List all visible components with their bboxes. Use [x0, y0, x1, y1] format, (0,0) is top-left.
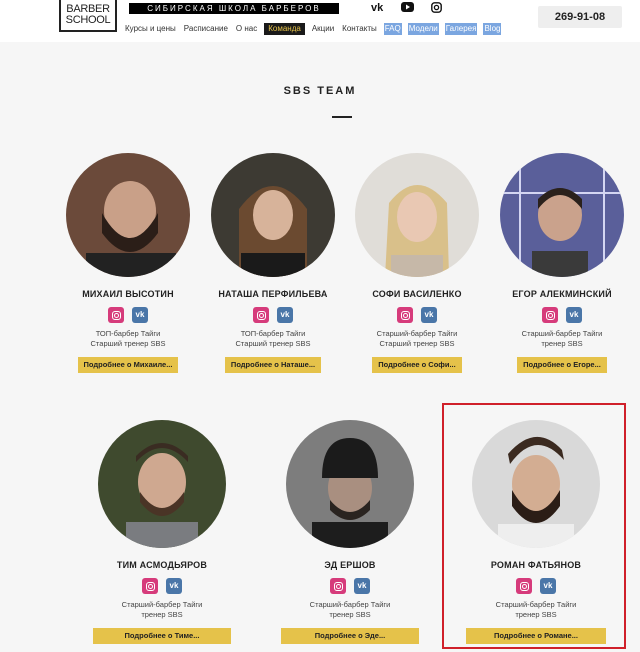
team-card: ЕГОР АЛЕКМИНСКИЙ vk Старший-барбер Тайги…	[490, 153, 634, 373]
phone-number[interactable]: 269-91-08	[538, 6, 622, 28]
member-name: ЭД ЕРШОВ	[324, 560, 376, 570]
vk-icon[interactable]: vk	[566, 307, 582, 323]
avatar[interactable]	[98, 420, 226, 548]
member-trainer: Старший тренер SBS	[235, 339, 311, 348]
member-desc: ТОП-барбер Тайги Старший тренер SBS	[56, 329, 200, 349]
member-trainer: тренер SBS	[329, 610, 371, 619]
vk-icon[interactable]: vk	[354, 578, 370, 594]
instagram-icon[interactable]	[397, 307, 413, 323]
member-desc: ТОП-барбер Тайги Старший тренер SBS	[201, 329, 345, 349]
instagram-icon[interactable]	[542, 307, 558, 323]
avatar[interactable]	[66, 153, 190, 277]
nav-gallery[interactable]: Галерея	[444, 23, 478, 35]
member-desc: Старший-барбер Тайги тренер SBS	[80, 600, 244, 620]
nav-promo[interactable]: Акции	[311, 23, 335, 35]
nav-courses[interactable]: Курсы и цены	[124, 23, 177, 35]
nav-faq[interactable]: FAQ	[383, 23, 402, 35]
more-button[interactable]: Подробнее о Тиме...	[93, 628, 231, 644]
nav-contacts[interactable]: Контакты	[341, 23, 378, 35]
avatar[interactable]	[355, 153, 479, 277]
member-role: Старший-барбер Тайги	[309, 600, 391, 609]
team-card: ТИМ АСМОДЬЯРОВ vk Старший-барбер Тайги т…	[80, 420, 244, 644]
vk-icon[interactable]: vk	[277, 307, 293, 323]
nav-team[interactable]: Команда	[264, 23, 305, 35]
member-trainer: Старший тренер SBS	[90, 339, 166, 348]
member-name: ТИМ АСМОДЬЯРОВ	[116, 560, 208, 570]
avatar[interactable]	[211, 153, 335, 277]
selection-highlight	[442, 403, 626, 649]
more-button[interactable]: Подробнее о Наташе...	[224, 357, 322, 373]
avatar[interactable]	[500, 153, 624, 277]
member-role: ТОП-барбер Тайги	[95, 329, 161, 338]
brand-title: СИБИРСКАЯ ШКОЛА БАРБЕРОВ	[129, 3, 339, 14]
member-role: ТОП-барбер Тайги	[240, 329, 306, 338]
nav-about[interactable]: О нас	[235, 23, 258, 35]
header: BARBER SCHOOL СИБИРСКАЯ ШКОЛА БАРБЕРОВ v…	[0, 0, 640, 42]
member-desc: Старший-барбер Тайги Старший тренер SBS	[345, 329, 489, 349]
team-card: МИХАИЛ ВЫСОТИН vk ТОП-барбер Тайги Старш…	[56, 153, 200, 373]
instagram-icon[interactable]	[142, 578, 158, 594]
instagram-icon[interactable]	[330, 578, 346, 594]
logo[interactable]: BARBER SCHOOL	[59, 0, 117, 32]
member-role: Старший-барбер Тайги	[121, 600, 203, 609]
team-card: ЭД ЕРШОВ vk Старший-барбер Тайги тренер …	[268, 420, 432, 644]
instagram-icon[interactable]	[108, 307, 124, 323]
avatar[interactable]	[286, 420, 414, 548]
member-trainer: Старший тренер SBS	[379, 339, 455, 348]
vk-icon[interactable]: vk	[421, 307, 437, 323]
nav-models[interactable]: Модели	[407, 23, 439, 35]
more-button[interactable]: Подробнее о Софи...	[372, 357, 462, 373]
member-desc: Старший-барбер Тайги тренер SBS	[268, 600, 432, 620]
more-button[interactable]: Подробнее о Михаиле...	[77, 357, 179, 373]
team-card: НАТАША ПЕРФИЛЬЕВА vk ТОП-барбер Тайги Ст…	[201, 153, 345, 373]
member-trainer: тренер SBS	[141, 610, 183, 619]
more-button[interactable]: Подробнее о Эде...	[281, 628, 419, 644]
nav-schedule[interactable]: Расписание	[183, 23, 229, 35]
more-button[interactable]: Подробнее о Егоре...	[517, 357, 607, 373]
youtube-icon[interactable]	[401, 2, 414, 15]
instagram-icon[interactable]	[253, 307, 269, 323]
team-card: СОФИ ВАСИЛЕНКО vk Старший-барбер Тайги С…	[345, 153, 489, 373]
main-nav: Курсы и цены Расписание О нас Команда Ак…	[124, 23, 502, 35]
vk-icon[interactable]: vk	[132, 307, 148, 323]
member-role: Старший-барбер Тайги	[521, 329, 603, 338]
vk-icon[interactable]: vk	[371, 2, 383, 14]
member-name: НАТАША ПЕРФИЛЬЕВА	[218, 289, 328, 299]
title-divider	[332, 116, 352, 118]
section-title: SBS TEAM	[283, 85, 357, 97]
nav-blog[interactable]: Blog	[483, 23, 502, 35]
member-trainer: тренер SBS	[541, 339, 583, 348]
member-desc: Старший-барбер Тайги тренер SBS	[490, 329, 634, 349]
instagram-icon[interactable]	[431, 2, 442, 16]
member-role: Старший-барбер Тайги	[376, 329, 458, 338]
member-name: СОФИ ВАСИЛЕНКО	[372, 289, 462, 299]
vk-icon[interactable]: vk	[166, 578, 182, 594]
logo-line2: SCHOOL	[65, 14, 111, 26]
member-name: МИХАИЛ ВЫСОТИН	[82, 289, 174, 299]
member-name: ЕГОР АЛЕКМИНСКИЙ	[512, 289, 612, 299]
